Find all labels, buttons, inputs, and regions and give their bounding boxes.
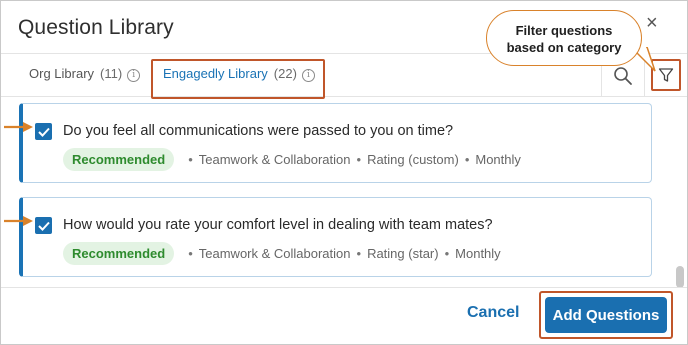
separator-dot: • — [188, 246, 193, 261]
question-card[interactable]: How would you rate your comfort level in… — [19, 197, 652, 277]
question-text: Do you feel all communications were pass… — [63, 123, 454, 139]
question-checkbox[interactable] — [35, 217, 52, 234]
question-frequency: Monthly — [455, 246, 501, 261]
question-category: Teamwork & Collaboration — [198, 246, 351, 261]
cancel-button[interactable]: Cancel — [467, 304, 519, 322]
recommended-badge: Recommended — [63, 242, 175, 265]
separator-dot: • — [356, 246, 362, 261]
close-icon[interactable]: × — [646, 13, 658, 33]
dialog-title: Question Library — [18, 16, 174, 39]
tab-count: (22) — [273, 66, 297, 81]
question-card[interactable]: Do you feel all communications were pass… — [19, 103, 652, 183]
question-library-dialog: Question Library × Filter questions base… — [0, 0, 688, 345]
question-meta: Recommended • Teamwork & Collaboration •… — [63, 242, 501, 265]
tab-label: Org Library — [29, 66, 95, 81]
question-text: How would you rate your comfort level in… — [63, 217, 493, 233]
add-questions-button[interactable]: Add Questions — [545, 297, 667, 333]
dialog-footer: Cancel Add Questions — [1, 287, 687, 345]
separator-dot: • — [464, 152, 470, 167]
callout-line-1: Filter questions — [515, 23, 613, 38]
question-rating-type: Rating (star) — [367, 246, 439, 261]
question-meta: Recommended • Teamwork & Collaboration •… — [63, 148, 521, 171]
separator-dot: • — [188, 152, 193, 167]
info-icon[interactable]: i — [127, 69, 141, 82]
checkmark-icon — [37, 127, 50, 137]
scrollbar-thumb[interactable] — [676, 266, 684, 288]
tab-org-library[interactable]: Org Library (11) i — [29, 66, 141, 82]
separator-dot: • — [444, 246, 450, 261]
tab-count: (11) — [100, 66, 123, 81]
annotation-arrow-icon — [4, 122, 33, 132]
checkmark-icon — [37, 221, 50, 231]
recommended-badge: Recommended — [63, 148, 175, 171]
question-frequency: Monthly — [475, 152, 521, 167]
separator-dot: • — [356, 152, 362, 167]
question-category: Teamwork & Collaboration — [198, 152, 351, 167]
question-list: Do you feel all communications were pass… — [1, 98, 687, 285]
info-icon[interactable]: i — [301, 69, 315, 82]
annotation-callout: Filter questions based on category — [486, 10, 642, 66]
question-checkbox[interactable] — [35, 123, 52, 140]
annotation-arrow-icon — [4, 216, 33, 226]
filter-icon — [658, 68, 674, 82]
tab-engagedly-library[interactable]: Engagedly Library (22) i — [163, 66, 315, 82]
tab-label: Engagedly Library — [163, 66, 268, 81]
callout-line-2: based on category — [506, 40, 622, 55]
question-rating-type: Rating (custom) — [367, 152, 459, 167]
